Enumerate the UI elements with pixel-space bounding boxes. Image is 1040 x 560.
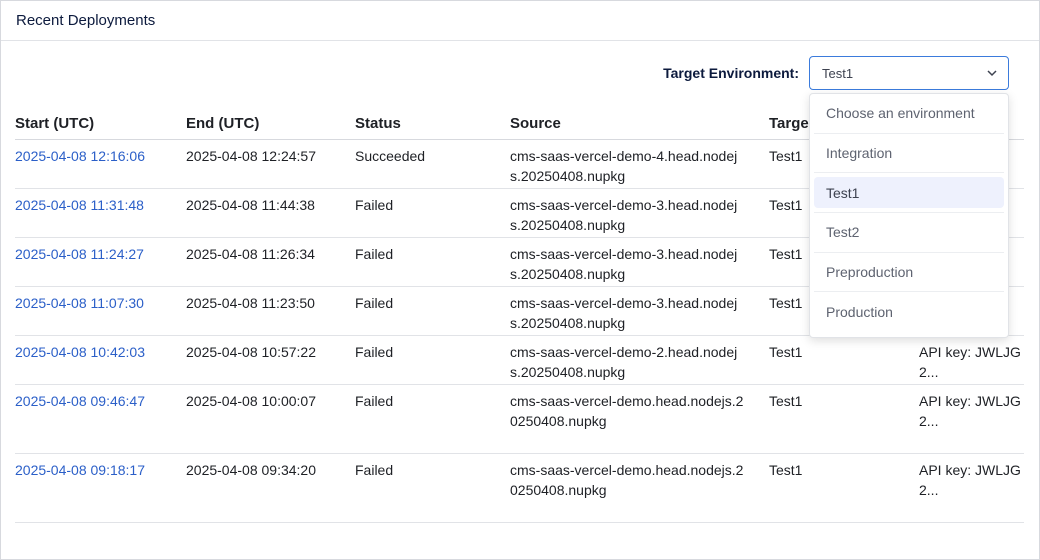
panel-title: Recent Deployments bbox=[16, 12, 156, 29]
option-choose-environment[interactable]: Choose an environment bbox=[814, 94, 1004, 134]
target-cell: Test1 bbox=[769, 344, 803, 360]
panel-header: Recent Deployments bbox=[1, 1, 1039, 41]
end-time: 2025-04-08 09:34:20 bbox=[186, 462, 316, 478]
status-cell: Succeeded bbox=[355, 148, 426, 164]
api-key-cell: API key: JWLJG2... bbox=[919, 344, 1021, 380]
status-cell: Failed bbox=[355, 462, 394, 478]
status-cell: Failed bbox=[355, 295, 394, 311]
source-cell: cms-saas-vercel-demo-2.head.nodejs.20250… bbox=[510, 344, 738, 380]
api-key-cell: API key: JWLJG2... bbox=[919, 393, 1021, 429]
environment-filter: Target Environment: Test1 bbox=[663, 56, 1009, 90]
status-cell: Failed bbox=[355, 393, 394, 409]
table-row: 2025-04-08 10:42:03 2025-04-08 10:57:22 Fa… bbox=[15, 336, 1024, 385]
environment-dropdown-menu: Choose an environment Integration Test1 … bbox=[809, 93, 1009, 338]
start-time-link[interactable]: 2025-04-08 10:42:03 bbox=[15, 336, 186, 384]
source-cell: cms-saas-vercel-demo.head.nodejs.2025040… bbox=[510, 393, 744, 429]
end-time: 2025-04-08 12:24:57 bbox=[186, 148, 316, 164]
option-test1[interactable]: Test1 bbox=[814, 177, 1004, 208]
col-header-end[interactable]: End (UTC) bbox=[186, 108, 355, 139]
table-row: 2025-04-08 09:46:47 2025-04-08 10:00:07 Fa… bbox=[15, 385, 1024, 454]
start-time-link[interactable]: 2025-04-08 11:31:48 bbox=[15, 189, 186, 237]
option-production[interactable]: Production bbox=[814, 292, 1004, 332]
table-row: 2025-04-08 09:18:17 2025-04-08 09:34:20 Fa… bbox=[15, 454, 1024, 523]
end-time: 2025-04-08 10:00:07 bbox=[186, 393, 316, 409]
end-time: 2025-04-08 11:23:50 bbox=[186, 295, 315, 311]
status-cell: Failed bbox=[355, 246, 394, 262]
end-time: 2025-04-08 10:57:22 bbox=[186, 344, 316, 360]
start-time-link[interactable]: 2025-04-08 11:07:30 bbox=[15, 287, 186, 335]
target-cell: Test1 bbox=[769, 462, 803, 478]
end-time: 2025-04-08 11:44:38 bbox=[186, 197, 315, 213]
environment-select[interactable]: Test1 bbox=[809, 56, 1009, 90]
col-header-status[interactable]: Status bbox=[355, 108, 510, 139]
option-integration[interactable]: Integration bbox=[814, 134, 1004, 173]
chevron-down-icon bbox=[987, 70, 997, 77]
start-time-link[interactable]: 2025-04-08 12:16:06 bbox=[15, 140, 186, 188]
target-cell: Test1 bbox=[769, 393, 803, 409]
source-cell: cms-saas-vercel-demo-3.head.nodejs.20250… bbox=[510, 295, 738, 331]
start-time-link[interactable]: 2025-04-08 09:18:17 bbox=[15, 454, 186, 522]
api-key-cell: API key: JWLJG2... bbox=[919, 462, 1021, 498]
end-time: 2025-04-08 11:26:34 bbox=[186, 246, 315, 262]
start-time-link[interactable]: 2025-04-08 11:24:27 bbox=[15, 238, 186, 286]
start-time-link[interactable]: 2025-04-08 09:46:47 bbox=[15, 385, 186, 453]
col-header-source[interactable]: Source bbox=[510, 108, 769, 139]
source-cell: cms-saas-vercel-demo-3.head.nodejs.20250… bbox=[510, 246, 738, 282]
option-test2[interactable]: Test2 bbox=[814, 213, 1004, 253]
source-cell: cms-saas-vercel-demo-3.head.nodejs.20250… bbox=[510, 197, 738, 233]
environment-label: Target Environment: bbox=[663, 65, 799, 81]
option-preproduction[interactable]: Preproduction bbox=[814, 253, 1004, 292]
status-cell: Failed bbox=[355, 344, 394, 360]
source-cell: cms-saas-vercel-demo-4.head.nodejs.20250… bbox=[510, 148, 738, 184]
environment-select-value: Test1 bbox=[822, 65, 854, 81]
status-cell: Failed bbox=[355, 197, 394, 213]
col-header-start[interactable]: Start (UTC) bbox=[15, 108, 186, 139]
source-cell: cms-saas-vercel-demo.head.nodejs.2025040… bbox=[510, 462, 744, 498]
